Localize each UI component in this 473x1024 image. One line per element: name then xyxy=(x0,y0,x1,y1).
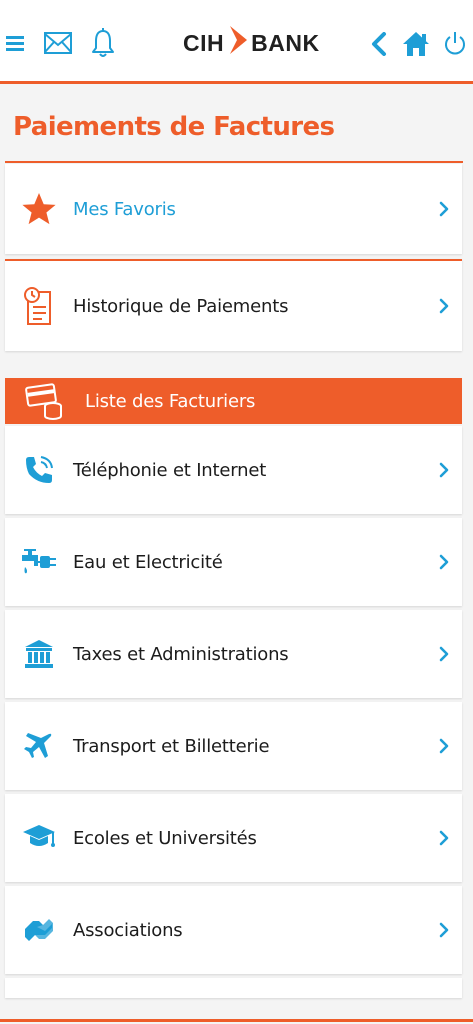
title-divider xyxy=(5,161,463,163)
biller-label: Téléphonie et Internet xyxy=(73,459,267,481)
star-icon xyxy=(5,164,73,254)
chevron-right-icon xyxy=(432,738,462,754)
footer-divider xyxy=(0,1019,473,1022)
chevron-right-icon xyxy=(432,830,462,846)
airplane-icon xyxy=(5,702,73,790)
back-icon[interactable] xyxy=(369,31,389,57)
bell-icon[interactable] xyxy=(89,27,117,59)
payment-history-item[interactable]: Historique de Paiements xyxy=(5,259,462,351)
biller-item-water-electricity[interactable]: Eau et Electricité xyxy=(5,518,462,606)
phone-icon xyxy=(5,426,73,514)
power-icon[interactable] xyxy=(443,29,467,59)
biller-item-taxes[interactable]: Taxes et Administrations xyxy=(5,610,462,698)
biller-label: Taxes et Administrations xyxy=(73,643,289,665)
billers-section-header: Liste des Facturiers xyxy=(5,378,462,424)
logo-chevron-icon xyxy=(228,25,248,61)
biller-item-partial[interactable] xyxy=(5,978,462,998)
card-coins-icon xyxy=(5,382,85,420)
chevron-right-icon xyxy=(432,646,462,662)
chevron-right-icon xyxy=(432,922,462,938)
chevron-right-icon xyxy=(432,462,462,478)
biller-item-telephony[interactable]: Téléphonie et Internet xyxy=(5,426,462,514)
biller-item-associations[interactable]: Associations xyxy=(5,886,462,974)
menu-icon[interactable] xyxy=(4,31,26,55)
biller-label: Ecoles et Universités xyxy=(73,827,257,849)
billers-section-title: Liste des Facturiers xyxy=(85,390,256,412)
chevron-right-icon xyxy=(432,554,462,570)
handshake-icon xyxy=(5,886,73,974)
water-electricity-icon xyxy=(5,518,73,606)
chevron-right-icon xyxy=(432,201,462,217)
app-header: CIH BANK xyxy=(0,0,473,84)
mail-icon[interactable] xyxy=(43,30,73,56)
favorites-label: Mes Favoris xyxy=(73,198,176,220)
biller-label: Transport et Billetterie xyxy=(73,735,270,757)
biller-item-schools[interactable]: Ecoles et Universités xyxy=(5,794,462,882)
biller-label: Eau et Electricité xyxy=(73,551,223,573)
home-icon[interactable] xyxy=(400,29,432,59)
biller-label: Associations xyxy=(73,919,183,941)
page-title: Paiements de Factures xyxy=(13,112,335,142)
favorites-item[interactable]: Mes Favoris xyxy=(5,164,462,254)
biller-item-transport[interactable]: Transport et Billetterie xyxy=(5,702,462,790)
cih-bank-logo: CIH BANK xyxy=(183,22,320,64)
history-document-icon xyxy=(5,261,73,351)
chevron-right-icon xyxy=(432,298,462,314)
payment-history-label: Historique de Paiements xyxy=(73,295,289,317)
bank-building-icon xyxy=(5,610,73,698)
graduation-cap-icon xyxy=(5,794,73,882)
